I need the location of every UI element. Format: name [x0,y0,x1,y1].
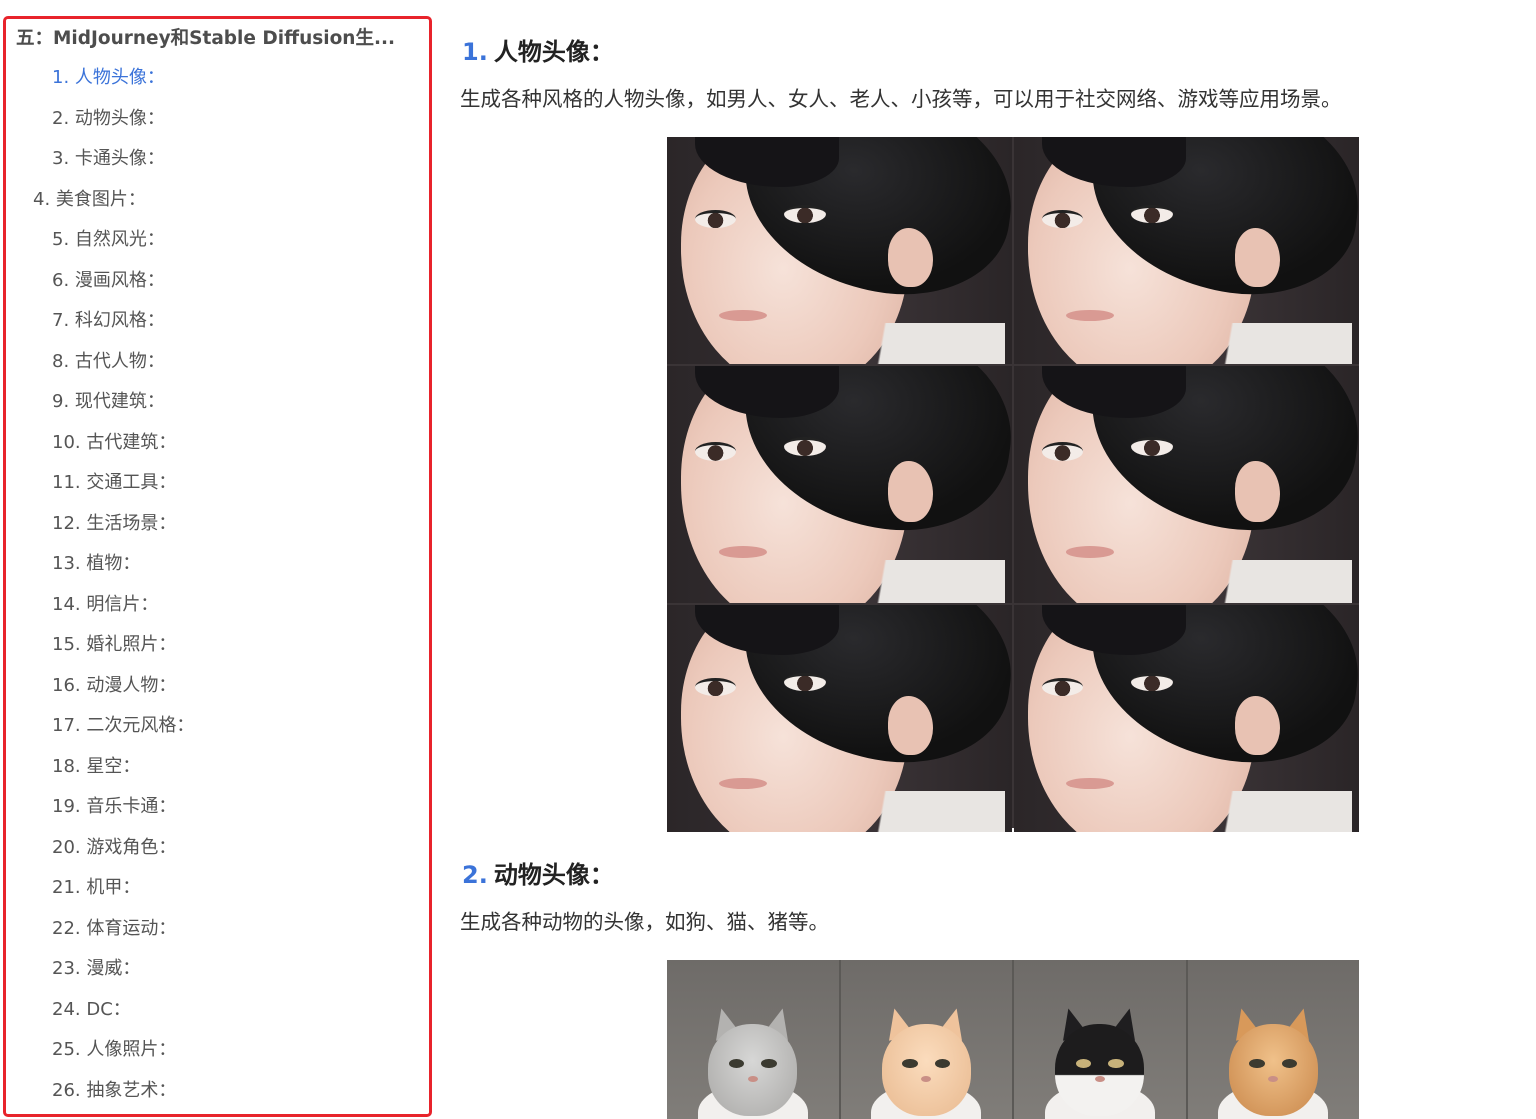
toc-item[interactable]: 22. 体育运动： [52,916,176,942]
cat-image [840,960,1012,1119]
toc-item[interactable]: 1. 人物头像： [52,65,165,91]
toc-item[interactable]: 13. 植物： [52,551,140,577]
toc-item[interactable]: 11. 交通工具： [52,470,176,496]
toc-item[interactable]: 14. 明信片： [52,592,158,618]
portrait-image [667,366,1012,603]
toc-title[interactable]: 五：MidJourney和Stable Diffusion生... [16,25,416,53]
portrait-image [667,605,1012,832]
toc-item[interactable]: 2. 动物头像： [52,106,165,132]
toc-item[interactable]: 17. 二次元风格： [52,713,194,739]
section-number: 2. [462,861,488,889]
section-text-1: 生成各种风格的人物头像，如男人、女人、老人、小孩等，可以用于社交网络、游戏等应用… [460,87,1342,111]
toc-item[interactable]: 21. 机甲： [52,875,140,901]
section-title: 人物头像： [493,38,614,66]
toc-item[interactable]: 20. 游戏角色： [52,835,176,861]
portrait-image [1014,137,1359,364]
toc-item[interactable]: 24. DC： [52,997,131,1023]
portrait-image-grid [667,137,1359,832]
table-of-contents: 五：MidJourney和Stable Diffusion生... 1. 人物头… [3,16,432,1117]
portrait-image [667,137,1012,364]
toc-item[interactable]: 8. 古代人物： [52,349,165,375]
toc-item[interactable]: 15. 婚礼照片： [52,632,176,658]
toc-item[interactable]: 19. 音乐卡通： [52,794,176,820]
section-heading-1: 1. 人物头像： [462,35,614,69]
toc-item[interactable]: 26. 抽象艺术： [52,1078,176,1104]
toc-item[interactable]: 12. 生活场景： [52,511,176,537]
toc-item[interactable]: 4. 美食图片： [33,187,146,213]
toc-item[interactable]: 23. 漫威： [52,956,140,982]
toc-item[interactable]: 16. 动漫人物： [52,673,176,699]
toc-item[interactable]: 9. 现代建筑： [52,389,165,415]
portrait-image [1014,366,1359,603]
cat-image [1014,960,1186,1119]
cat-image [667,960,839,1119]
toc-item[interactable]: 5. 自然风光： [52,227,165,253]
toc-item[interactable]: 10. 古代建筑： [52,430,176,456]
toc-item[interactable]: 18. 星空： [52,754,140,780]
toc-item[interactable]: 3. 卡通头像： [52,146,165,172]
portrait-image [1014,605,1359,832]
toc-item[interactable]: 25. 人像照片： [52,1037,176,1063]
toc-item[interactable]: 6. 漫画风格： [52,268,165,294]
section-heading-2: 2. 动物头像： [462,858,614,892]
section-title: 动物头像： [493,861,614,889]
animal-image-grid [667,960,1359,1119]
section-number: 1. [462,38,488,66]
cat-image [1187,960,1359,1119]
section-text-2: 生成各种动物的头像，如狗、猫、猪等。 [460,910,829,934]
toc-item[interactable]: 7. 科幻风格： [52,308,165,334]
